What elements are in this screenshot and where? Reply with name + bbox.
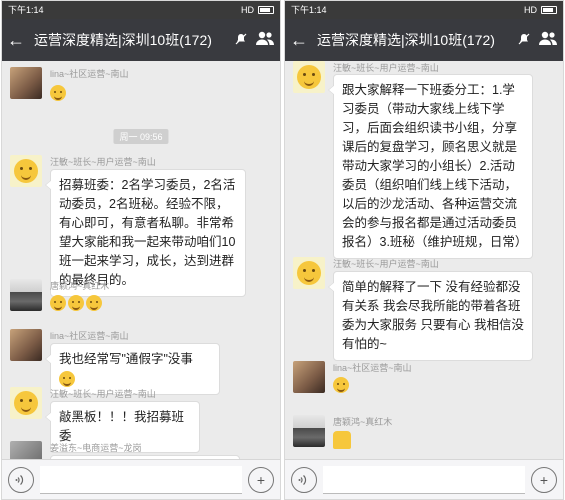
grin-emoji-icon (86, 295, 102, 311)
time-chip: 周一 09:56 (113, 129, 169, 144)
avatar[interactable] (10, 387, 42, 419)
smile-emoji-icon (50, 85, 66, 101)
avatar[interactable] (293, 257, 325, 289)
status-time: 下午1:14 (8, 5, 44, 15)
plus-icon[interactable]: + (531, 466, 557, 493)
back-arrow-icon[interactable]: ← (285, 19, 313, 61)
network-label: HD (524, 5, 537, 15)
emoji-message (50, 295, 102, 311)
left-chat-screen: 下午1:14 HD ← 运营深度精选|深圳10班(172) lina~社区运营~… (1, 0, 281, 500)
plus-icon[interactable]: + (248, 466, 274, 493)
avatar[interactable] (293, 361, 325, 393)
chat-header: ← 运营深度精选|深圳10班(172) (285, 19, 563, 61)
message-list: lina~社区运营~南山 周一 09:56 汪敏~班长~用户运营~南山 招募班委… (2, 61, 280, 461)
battery-icon (258, 6, 274, 14)
emoji-message (333, 377, 349, 393)
sender-name: lina~社区运营~南山 (50, 331, 129, 341)
sender-name: 汪敏~班长~用户运营~南山 (333, 63, 439, 73)
smile-emoji-icon (333, 377, 349, 393)
avatar[interactable] (293, 415, 325, 447)
message-list: 汪敏~班长~用户运营~南山 跟大家解释一下班委分工：1.学习委员（带动大家线上线… (285, 61, 563, 461)
sender-name: 姜溢东~电商运营~龙岗 (50, 443, 142, 453)
message-bubble[interactable]: 简单的解释了一下 没有经验都没有关系 我会尽我所能的带着各班委为大家服务 只要有… (328, 271, 533, 361)
voice-input-icon[interactable] (291, 466, 317, 493)
message-input[interactable] (40, 465, 242, 494)
voice-input-icon[interactable] (8, 466, 34, 493)
grin-emoji-icon (50, 295, 66, 311)
emoji-message (333, 431, 351, 449)
avatar[interactable] (10, 329, 42, 361)
avatar[interactable] (10, 441, 42, 461)
message-bubble[interactable]: 招募班委：2名学习委员，2名活动委员，2名班秘。经验不限，有心即可，有意者私聊。… (45, 169, 246, 297)
status-bar: 下午1:14 HD (285, 1, 563, 19)
mute-bell-icon (232, 33, 250, 48)
input-bar: + (285, 459, 563, 499)
message-bubble[interactable]: 跟大家解释一下班委分工：1.学习委员（带动大家线上线下学习，后面会组织读书小组，… (328, 74, 533, 259)
sender-name: lina~社区运营~南山 (333, 363, 412, 373)
sender-name: lina~社区运营~南山 (50, 69, 129, 79)
smile-emoji-icon (59, 370, 75, 387)
mute-bell-icon (515, 33, 533, 48)
status-bar: 下午1:14 HD (2, 1, 280, 19)
sender-name: 唐颖鸿~真红木 (333, 417, 393, 427)
sender-name: 汪敏~班长~用户运营~南山 (50, 157, 156, 167)
avatar[interactable] (10, 279, 42, 311)
back-arrow-icon[interactable]: ← (2, 19, 30, 61)
emoji-message (50, 85, 66, 101)
thumbs-up-icon (333, 431, 351, 449)
sender-name: 唐颖鸿~真红木 (50, 281, 110, 291)
input-bar: + (2, 459, 280, 499)
sender-name: 汪敏~班长~用户运营~南山 (333, 259, 439, 269)
avatar[interactable] (293, 61, 325, 93)
grin-emoji-icon (68, 295, 84, 311)
avatar[interactable] (10, 67, 42, 99)
message-input[interactable] (323, 465, 525, 494)
chat-title: 运营深度精选|深圳10班(172) (34, 32, 212, 48)
network-label: HD (241, 5, 254, 15)
group-members-icon[interactable] (533, 30, 563, 51)
chat-title: 运营深度精选|深圳10班(172) (317, 32, 495, 48)
message-text: 我也经常写"通假字"没事 (59, 352, 193, 366)
sender-name: 汪敏~班长~用户运营~南山 (50, 389, 156, 399)
avatar[interactable] (10, 155, 42, 187)
group-members-icon[interactable] (250, 30, 280, 51)
status-time: 下午1:14 (291, 5, 327, 15)
battery-icon (541, 6, 557, 14)
chat-header: ← 运营深度精选|深圳10班(172) (2, 19, 280, 61)
right-chat-screen: 下午1:14 HD ← 运营深度精选|深圳10班(172) 汪敏~班长~用户运营… (284, 0, 564, 500)
